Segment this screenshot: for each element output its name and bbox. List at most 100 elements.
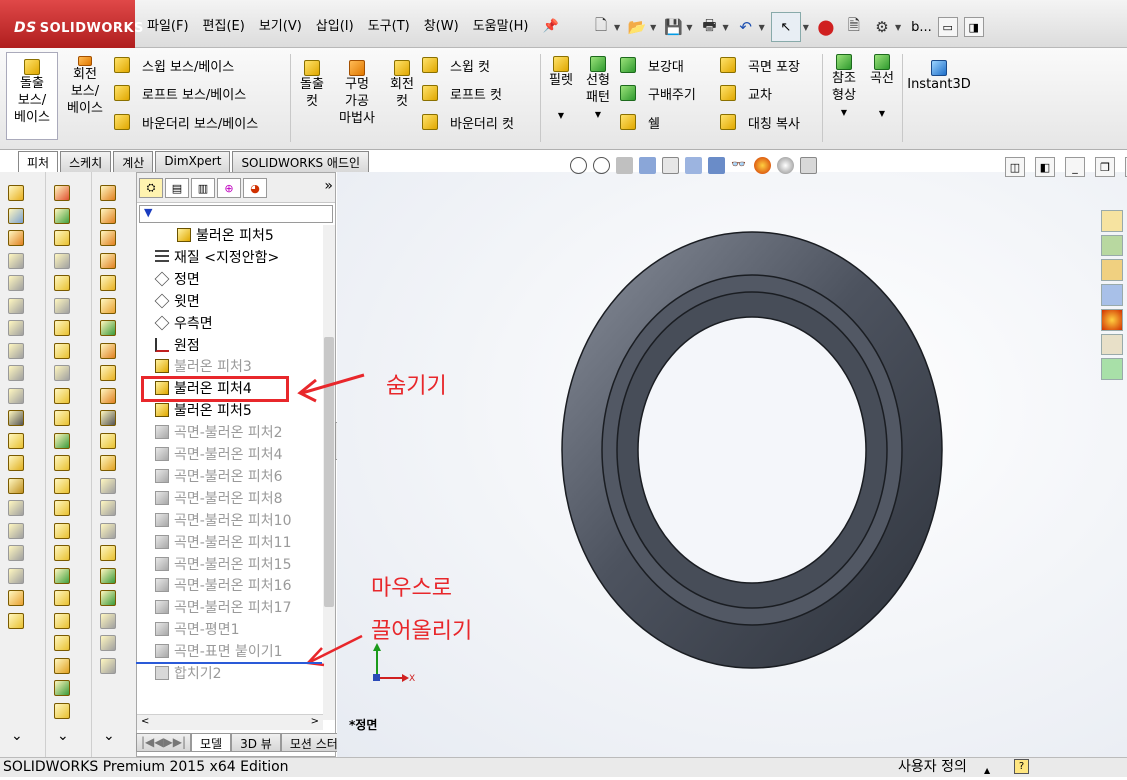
chevron-down-icon[interactable]: ▼ [558,107,564,124]
tree-item[interactable]: 윗면 [154,291,200,311]
tab-dimxpert[interactable]: DimXpert [155,151,231,172]
tree-item[interactable]: 우측면 [154,313,213,333]
linear-pattern-button[interactable]: 선형 패턴 ▼ [580,56,616,123]
feature-tool-icon[interactable] [54,455,70,471]
feature-tool-icon[interactable] [8,365,24,381]
intersect-button[interactable]: 교차 [720,82,772,104]
menu-help[interactable]: 도움말(H) [466,16,536,38]
feature-tool-icon[interactable] [100,545,116,561]
view-orientation-icon[interactable] [685,156,702,174]
tab-sketch[interactable]: 스케치 [60,151,112,172]
tree-item[interactable]: 곡면-불러온 피처2 [155,422,283,442]
feature-tool-icon[interactable] [100,500,116,516]
feature-tool-icon[interactable] [54,477,70,494]
tree-item[interactable]: 곡면-불러온 피처16 [155,575,291,595]
tab-model[interactable]: 모델 [191,733,232,752]
filter-input[interactable]: ▼ [139,205,333,223]
feature-tool-icon[interactable] [8,612,24,629]
feature-tool-icon[interactable] [54,185,70,201]
feature-tool-icon[interactable] [54,680,70,696]
rebuild-traffic-light-icon[interactable]: ⬤ [815,16,837,38]
feature-tool-icon[interactable] [54,207,70,224]
feature-tool-icon[interactable] [8,522,24,539]
menu-edit[interactable]: 편집(E) [196,16,252,38]
chevron-down-icon[interactable]: ▼ [614,23,620,32]
chevron-down-icon[interactable]: ▼ [879,105,885,122]
strip-expand-chevron-icon[interactable]: ⌄ [103,728,115,744]
feature-tool-icon[interactable] [54,365,70,381]
feature-tool-icon[interactable] [54,297,70,314]
feature-tool-icon[interactable] [54,432,70,449]
sweep-cut-button[interactable]: 스윕 컷 [422,54,490,76]
extrude-cut-button[interactable]: 돌출 컷 [294,60,330,110]
graphics-area[interactable]: X *정면 [337,172,1127,757]
feature-tool-icon[interactable] [54,522,70,539]
feature-tool-icon[interactable] [54,320,70,336]
horizontal-scrollbar[interactable]: < > [137,714,323,730]
feature-tool-icon[interactable] [8,297,24,314]
forum-icon[interactable] [1101,358,1123,381]
view-settings-icon[interactable] [800,156,817,174]
tree-item[interactable]: 곡면-불러온 피처15 [155,554,291,574]
feature-tool-icon[interactable] [8,455,24,471]
loft-cut-button[interactable]: 로프트 컷 [422,82,502,104]
tab-addins[interactable]: SOLIDWORKS 애드인 [232,151,370,172]
tree-item[interactable]: 불러온 피처5 [177,225,274,245]
feature-tool-icon[interactable] [8,500,24,516]
feature-tool-icon[interactable] [100,522,116,539]
help-icon[interactable]: ? [1014,759,1029,774]
display-manager-tab-icon[interactable]: ◕ [243,178,267,198]
solidworks-resources-icon[interactable] [1101,210,1123,232]
property-manager-tab-icon[interactable]: ▤ [165,178,189,198]
select-pointer-icon[interactable]: ↖ [770,12,801,42]
feature-tool-icon[interactable] [100,477,116,494]
feature-tool-icon[interactable] [100,320,116,336]
feature-tool-icon[interactable] [100,590,116,606]
tree-item[interactable]: 정면 [154,269,200,289]
dimxpert-tab-icon[interactable]: ⊕ [217,178,241,198]
feature-tool-icon[interactable] [54,657,70,674]
feature-tool-icon[interactable] [8,342,24,359]
tree-item[interactable]: 곡면-불러온 피처10 [155,510,291,530]
chevron-down-icon[interactable]: ▼ [759,23,765,32]
extrude-boss-button[interactable]: 돌출 보스/ 베이스 [6,52,58,140]
chevron-down-icon[interactable]: ▼ [895,23,901,32]
feature-tool-icon[interactable] [54,252,70,269]
scroll-right-icon[interactable]: > [311,716,319,727]
wrap-button[interactable]: 곡면 포장 [720,54,800,76]
tree-item[interactable]: 불러온 피처5 [155,400,252,420]
feature-tool-icon[interactable] [8,207,24,224]
tree-item[interactable]: 곡면-불러온 피처11 [155,532,291,552]
zoom-to-fit-icon[interactable] [570,156,587,174]
tree-item[interactable]: 곡면-불러온 피처8 [155,488,283,508]
edit-appearance-icon[interactable] [754,156,771,174]
options-gear-icon[interactable]: ⚙ [871,16,893,38]
feature-tool-icon[interactable] [54,275,70,291]
feature-tool-icon[interactable] [8,590,24,606]
tree-item[interactable]: 합치기2 [155,663,222,683]
feature-tool-icon[interactable] [54,545,70,561]
feature-tool-icon[interactable] [54,342,70,359]
solidworks-logo[interactable]: DS SOLIDWORKS [0,0,143,48]
sweep-boss-button[interactable]: 스윕 보스/베이스 [114,54,234,76]
pin-icon[interactable]: 📌 [536,16,566,38]
feature-tool-icon[interactable] [8,432,24,449]
feature-tool-icon[interactable] [100,230,116,246]
user-name[interactable]: b... [911,20,932,35]
feature-tool-icon[interactable] [100,297,116,314]
chevron-down-icon[interactable]: ▼ [841,104,847,121]
menu-view[interactable]: 보기(V) [252,16,309,38]
open-folder-icon[interactable]: 📂 [626,16,648,38]
feature-tool-icon[interactable] [8,567,24,584]
restore-window-icon[interactable]: ▭ [937,17,958,37]
previous-view-icon[interactable] [616,156,633,174]
custom-properties-icon[interactable] [1101,333,1123,356]
zoom-area-icon[interactable] [593,156,610,174]
tree-item[interactable]: 불러온 피처3 [155,356,252,376]
feature-tool-icon[interactable] [100,657,116,674]
feature-tool-icon[interactable] [8,545,24,561]
expand-chevron-icon[interactable]: » [324,178,333,197]
feature-tool-icon[interactable] [54,500,70,516]
chevron-down-icon[interactable]: ▼ [803,23,809,32]
revolve-boss-button[interactable]: 회전 보스/ 베이스 [62,56,108,117]
